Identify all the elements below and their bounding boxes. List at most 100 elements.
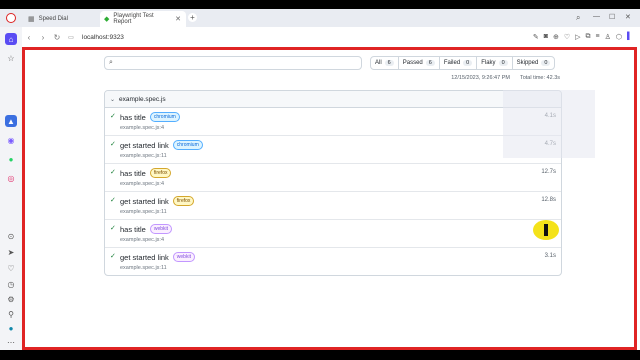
check-icon: ✓: [110, 225, 116, 232]
filter-passed[interactable]: Passed 6: [399, 57, 440, 69]
check-icon: ✓: [110, 141, 116, 148]
text-cursor-icon: [544, 224, 548, 236]
test-duration: 3.1s: [544, 253, 556, 259]
test-file-name: example.spec.js: [119, 95, 166, 103]
close-window-icon[interactable]: ✕: [625, 13, 631, 21]
maximize-icon[interactable]: ☐: [609, 13, 615, 21]
url-field[interactable]: localhost:9323: [82, 34, 124, 41]
reload-icon[interactable]: ↻: [50, 33, 64, 42]
check-icon: ✓: [110, 113, 116, 120]
tab-title: Playwright Test Report: [113, 13, 154, 25]
test-duration: 12.7s: [541, 169, 556, 175]
project-badge[interactable]: chromium: [172, 140, 203, 150]
test-location: example.spec.js:4: [120, 237, 165, 243]
test-title-line: get started link chromium: [120, 140, 203, 150]
sidebar: ⌂ ☆ ▲ ◉ ● ◎ ⊙ ➤ ♡ ◷ ⚙ ⚲ ● ⋯: [0, 27, 22, 350]
player-icon[interactable]: ⊙: [5, 230, 17, 242]
test-title[interactable]: get started link: [120, 253, 169, 262]
download-icon[interactable]: ⬡: [616, 33, 622, 41]
project-badge[interactable]: webkit: [172, 252, 195, 262]
filter-label: Failed: [443, 60, 461, 66]
send-icon[interactable]: ➤: [5, 246, 17, 258]
filter-all[interactable]: All 6: [371, 57, 399, 69]
settings-gear-icon[interactable]: ⚙: [5, 293, 17, 305]
opera-logo-icon[interactable]: [6, 13, 16, 23]
test-row[interactable]: ✓ get started link webkit example.spec.js:1…: [105, 248, 561, 275]
test-title[interactable]: has title: [120, 113, 146, 122]
filter-label: Flaky: [481, 60, 496, 66]
test-row[interactable]: ✓ get started link chromium example.spec.js…: [105, 136, 561, 164]
bookmark-icon[interactable]: ♡: [564, 33, 570, 41]
run-date: 12/15/2023, 9:26:47 PM: [451, 75, 510, 81]
filter-flaky[interactable]: Flaky 0: [477, 57, 513, 69]
test-title-line: has title firefox: [120, 168, 172, 178]
project-badge[interactable]: firefox: [149, 168, 172, 178]
test-row[interactable]: ✓has titlechromiumexample.spec.js:44.1s: [105, 108, 561, 136]
minimize-icon[interactable]: —: [593, 13, 600, 20]
test-title[interactable]: has title: [120, 169, 146, 178]
filter-count: 6: [384, 60, 394, 66]
search-tabs-icon[interactable]: ⌕: [576, 13, 580, 23]
tab-bar: ▦ Speed Dial ◆ Playwright Test Report ✕ …: [0, 9, 640, 27]
test-file-group: ⌄ example.spec.js ✓ has title chromium exam…: [104, 90, 562, 276]
filter-skipped[interactable]: Skipped 0: [513, 57, 555, 69]
status-filters: All 6 Passed 6 Failed 0 Flaky 0 Skipped 0: [370, 56, 556, 70]
home-icon[interactable]: ⌂: [5, 33, 17, 45]
filter-label: Skipped: [516, 60, 539, 66]
new-tab-button[interactable]: +: [188, 13, 197, 22]
test-location: example.spec.js:11: [120, 153, 167, 159]
test-title[interactable]: has title: [120, 225, 146, 234]
profile-icon[interactable]: ♙: [605, 33, 611, 41]
forward-icon[interactable]: ›: [36, 33, 50, 42]
speed-dial-icon: ▦: [28, 16, 35, 23]
instagram-icon[interactable]: ◎: [5, 172, 17, 184]
tab-title: Speed Dial: [38, 16, 68, 22]
test-title[interactable]: get started link: [120, 141, 169, 150]
test-location: example.spec.js:4: [120, 125, 165, 131]
more-icon[interactable]: ⋯: [5, 336, 17, 348]
run-meta: 12/15/2023, 9:26:47 PM Total time: 42.3s: [402, 75, 560, 81]
check-icon: ✓: [110, 253, 116, 260]
search-icon: ⌕: [109, 59, 113, 66]
test-row[interactable]: ✓ get started link firefox example.spec.js:…: [105, 192, 561, 220]
test-title[interactable]: get started link: [120, 197, 169, 206]
test-title-line: get started link firefox: [120, 196, 195, 206]
menu-icon[interactable]: ▌: [627, 33, 632, 41]
filter-count: 0: [463, 60, 473, 66]
edit-icon[interactable]: ✎: [533, 33, 539, 41]
test-location: example.spec.js:11: [120, 209, 167, 215]
star-icon[interactable]: ☆: [5, 52, 17, 64]
history-icon[interactable]: ◷: [5, 278, 17, 290]
test-title-line: get started link webkit: [120, 252, 195, 262]
back-icon[interactable]: ‹: [22, 33, 36, 42]
project-badge[interactable]: chromium: [149, 112, 180, 122]
close-tab-icon[interactable]: ✕: [175, 15, 181, 23]
heart-icon[interactable]: ♡: [5, 262, 17, 274]
project-badge[interactable]: webkit: [149, 224, 173, 234]
test-title-line: has title webkit: [120, 224, 173, 234]
test-row[interactable]: ✓ has title firefox example.spec.js:4 12.7s: [105, 164, 561, 192]
check-icon: ✓: [110, 169, 116, 176]
filter-count: 6: [425, 60, 435, 66]
filter-count: 0: [541, 60, 551, 66]
test-row[interactable]: ✓has titlewebkitexample.spec.js:45.5s: [105, 220, 561, 248]
overlay-blur: [503, 90, 595, 158]
pin-icon[interactable]: ⚲: [5, 308, 17, 320]
filter-label: Passed: [402, 60, 423, 66]
test-file-header[interactable]: ⌄ example.spec.js: [105, 91, 561, 108]
filter-count: 0: [498, 60, 508, 66]
easy-setup-icon[interactable]: ≡: [596, 33, 600, 41]
vpn-icon[interactable]: ●: [5, 322, 17, 334]
aria-icon[interactable]: ▲: [5, 115, 17, 127]
whatsapp-icon[interactable]: ●: [5, 153, 17, 165]
extensions-icon[interactable]: ⧉: [586, 33, 591, 41]
search-input[interactable]: ⌕: [104, 56, 362, 70]
project-badge[interactable]: firefox: [172, 196, 195, 206]
zoom-icon[interactable]: ⊕: [553, 33, 559, 41]
tab-speed-dial[interactable]: ▦ Speed Dial: [24, 11, 96, 27]
tab-playwright-report[interactable]: ◆ Playwright Test Report ✕: [100, 11, 186, 27]
play-icon[interactable]: ▷: [575, 33, 580, 41]
messenger-icon[interactable]: ◉: [5, 134, 17, 146]
filter-failed[interactable]: Failed 0: [440, 57, 478, 69]
camera-icon[interactable]: ◙: [544, 33, 548, 41]
